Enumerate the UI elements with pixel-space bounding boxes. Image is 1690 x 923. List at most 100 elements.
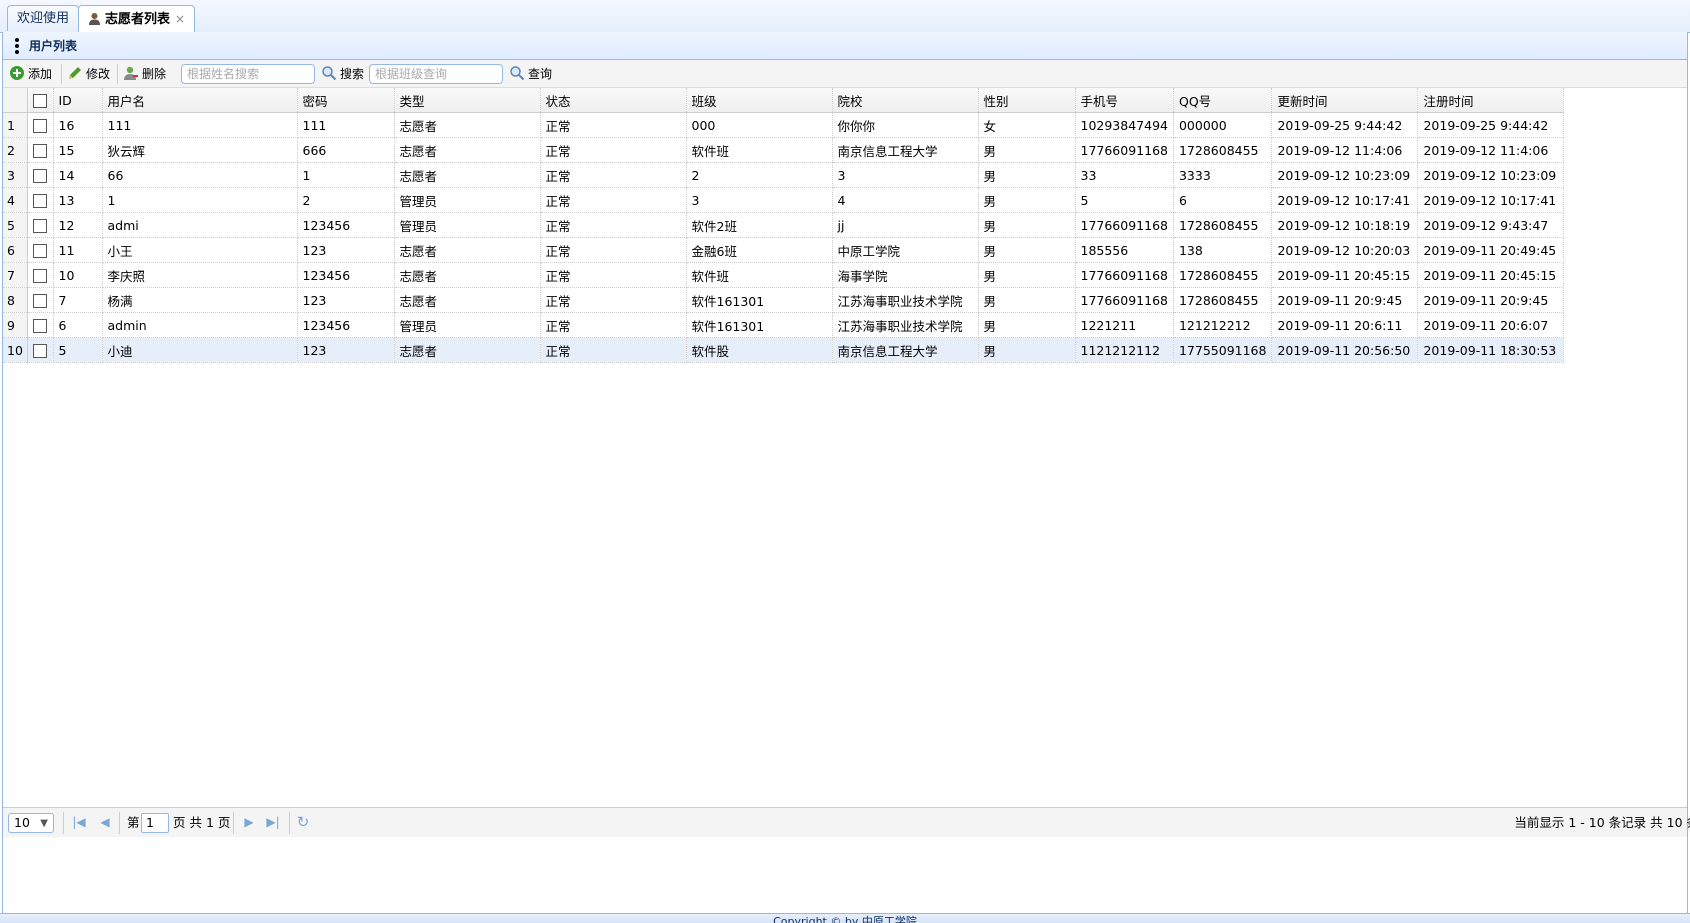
table-cell: 1 <box>297 162 395 188</box>
table-cell: admi <box>102 212 298 238</box>
table-cell: 111 <box>102 112 298 138</box>
table-cell: 2 <box>686 162 833 188</box>
last-page-icon[interactable]: ▶| <box>265 814 281 830</box>
column-header[interactable]: 注册时间 <box>1417 88 1565 113</box>
search-label: 搜索 <box>340 67 365 81</box>
table-cell: 17766091168 <box>1075 212 1174 238</box>
tab-volunteer-list[interactable]: 志愿者列表 × <box>78 5 196 32</box>
table-cell: 1121212112 <box>1075 337 1174 363</box>
toolbar-divider <box>117 64 118 84</box>
row-checkbox[interactable] <box>27 287 54 313</box>
table-row[interactable]: 6 11 小王 123 志愿者 正常 金融6班 中原工学院男 185556 138 2019-09-… <box>3 237 1565 263</box>
table-cell: 志愿者 <box>394 262 541 288</box>
table-cell: 管理员 <box>394 187 541 213</box>
row-checkbox[interactable] <box>27 162 54 188</box>
table-row[interactable]: 4 13 1 2 管理员 正常 3 4 男 5 6 2019-09-12 10:17:41 2019-0… <box>3 187 1565 213</box>
next-page-icon[interactable]: ▶ <box>241 814 257 830</box>
row-number: 6 <box>3 237 28 263</box>
table-cell: 121212212 <box>1173 312 1273 338</box>
row-checkbox[interactable] <box>27 237 54 263</box>
column-header[interactable]: 状态 <box>540 88 687 113</box>
row-checkbox[interactable] <box>27 212 54 238</box>
search-button[interactable]: 搜索 <box>321 63 364 85</box>
row-checkbox[interactable] <box>27 337 54 363</box>
table-row[interactable]: 7 10 李庆照 123456 志愿者 正常 软件班 海事学院男 17766091168 1728… <box>3 262 1565 288</box>
class-search-input[interactable] <box>369 64 503 84</box>
row-number: 10 <box>3 337 28 363</box>
table-cell: 123456 <box>297 262 395 288</box>
table-cell: 男 <box>978 287 1076 313</box>
add-button[interactable]: 添加 <box>9 63 52 85</box>
table-row[interactable]: 2 15 狄云辉 666 志愿者 正常 软件班 南京信息工程大学男 17766091168 172… <box>3 137 1565 163</box>
tab-welcome[interactable]: 欢迎使用 <box>7 5 80 31</box>
table-cell: 33 <box>1075 162 1174 188</box>
row-checkbox[interactable] <box>27 262 54 288</box>
page-size-select[interactable]: 10 ▼ <box>8 813 54 833</box>
column-header[interactable]: 密码 <box>297 88 395 113</box>
row-number: 9 <box>3 312 28 338</box>
row-checkbox[interactable] <box>27 112 54 138</box>
table-cell: 江苏海事职业技术学院 <box>832 287 979 313</box>
refresh-icon[interactable]: ↻ <box>295 814 311 830</box>
table-cell: 666 <box>297 137 395 163</box>
table-cell: 123 <box>297 337 395 363</box>
table-row[interactable]: 3 14 66 1 志愿者 正常 2 3 男 33 3333 2019-09-12 10:23:09 2… <box>3 162 1565 188</box>
row-checkbox[interactable] <box>27 312 54 338</box>
table-cell: 3 <box>832 162 979 188</box>
table-cell: 杨满 <box>102 287 298 313</box>
menu-dots-icon[interactable] <box>15 38 19 54</box>
table-cell: 2019-09-25 9:44:42 <box>1417 112 1565 138</box>
table-cell: 软件班 <box>686 137 833 163</box>
user-list-panel: 用户列表 添加 修改 删除 搜索 查 <box>2 32 1690 922</box>
page-prefix: 第 <box>127 815 140 830</box>
column-header[interactable]: QQ号 <box>1173 88 1273 113</box>
row-number: 1 <box>3 112 28 138</box>
edit-label: 修改 <box>86 67 111 81</box>
close-icon[interactable]: × <box>175 12 185 26</box>
row-number: 7 <box>3 262 28 288</box>
table-cell: 6 <box>53 312 103 338</box>
first-page-icon[interactable]: |◀ <box>71 814 87 830</box>
table-row[interactable]: 1 16 111 111 志愿者 正常 000 你你你女 10293847494 000000 20… <box>3 112 1565 138</box>
table-cell: 2019-09-11 20:56:50 <box>1271 337 1419 363</box>
page-number-input[interactable]: 1 <box>141 813 169 833</box>
table-row[interactable]: 5 12 admi 123456 管理员 正常 软件2班 jj 男 17766091168 1728… <box>3 212 1565 238</box>
edit-button[interactable]: 修改 <box>67 63 110 85</box>
delete-button[interactable]: 删除 <box>123 63 166 85</box>
prev-page-icon[interactable]: ◀ <box>97 814 113 830</box>
table-cell: 185556 <box>1075 237 1174 263</box>
column-header[interactable]: ID <box>53 88 103 113</box>
column-header[interactable]: 更新时间 <box>1271 88 1419 113</box>
table-cell: 正常 <box>540 237 687 263</box>
toolbar-divider <box>61 64 62 84</box>
table-cell: 17766091168 <box>1075 262 1174 288</box>
column-header[interactable]: 性别 <box>978 88 1076 113</box>
table-cell: 南京信息工程大学 <box>832 337 979 363</box>
user-icon <box>88 9 101 25</box>
table-row[interactable]: 9 6 admin 123456 管理员 正常 软件161301 江苏海事职业技术学院男 122… <box>3 312 1565 338</box>
panel-title: 用户列表 <box>29 39 78 53</box>
table-cell: 111 <box>297 112 395 138</box>
column-header[interactable]: 班级 <box>686 88 833 113</box>
query-button[interactable]: 查询 <box>509 63 552 85</box>
row-number: 8 <box>3 287 28 313</box>
row-checkbox[interactable] <box>27 187 54 213</box>
tab-volunteer-list-label: 志愿者列表 <box>105 12 171 27</box>
select-all-checkbox[interactable] <box>27 88 54 113</box>
add-label: 添加 <box>28 67 53 81</box>
table-cell: 6 <box>1173 187 1273 213</box>
table-cell: 正常 <box>540 137 687 163</box>
table-cell: 2019-09-12 11:4:06 <box>1417 137 1565 163</box>
table-cell: 男 <box>978 237 1076 263</box>
column-header[interactable]: 手机号 <box>1075 88 1174 113</box>
name-search-input[interactable] <box>181 64 315 84</box>
row-checkbox[interactable] <box>27 137 54 163</box>
column-header[interactable]: 类型 <box>394 88 541 113</box>
table-row[interactable]: 10 5 小迪 123 志愿者 正常 软件股 南京信息工程大学男 1121212112 17755… <box>3 337 1565 363</box>
table-row[interactable]: 8 7 杨满 123 志愿者 正常 软件161301 江苏海事职业技术学院男 177660911… <box>3 287 1565 313</box>
column-header[interactable]: 用户名 <box>102 88 298 113</box>
table-cell: 1728608455 <box>1173 137 1273 163</box>
column-header[interactable]: 院校 <box>832 88 979 113</box>
table-cell: 2019-09-11 20:6:11 <box>1271 312 1419 338</box>
table-cell: 1 <box>102 187 298 213</box>
